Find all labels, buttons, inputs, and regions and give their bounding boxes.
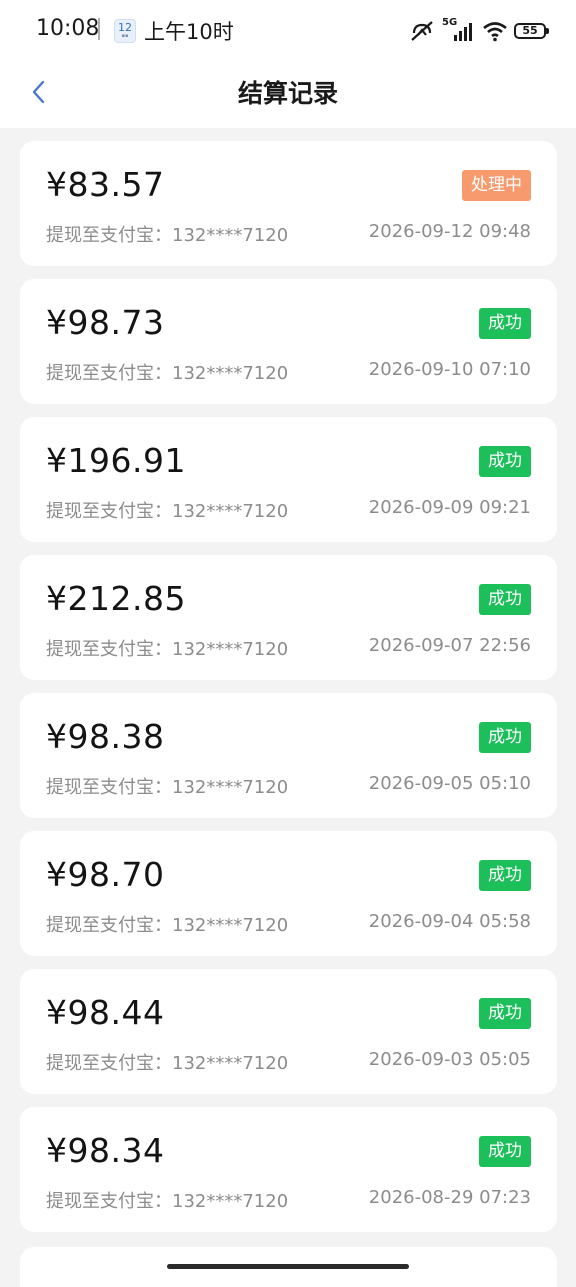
- record-datetime: 2026-08-29 07:23: [368, 1187, 531, 1208]
- status-badge: 成功: [479, 446, 531, 477]
- record-card[interactable]: ¥98.44 成功 提现至支付宝：132****7120 2026-09-03 …: [20, 969, 557, 1094]
- record-datetime: 2026-09-05 05:10: [368, 773, 531, 794]
- record-card[interactable]: ¥196.91 成功 提现至支付宝：132****7120 2026-09-09…: [20, 417, 557, 542]
- battery-icon: 55: [514, 23, 549, 39]
- record-account: 提现至支付宝：132****7120: [46, 1191, 289, 1212]
- record-amount: ¥98.34: [46, 1131, 165, 1170]
- home-indicator[interactable]: [167, 1264, 409, 1269]
- record-amount: ¥98.73: [46, 303, 165, 342]
- status-badge: 成功: [479, 308, 531, 339]
- record-card[interactable]: ¥212.85 成功 提现至支付宝：132****7120 2026-09-07…: [20, 555, 557, 680]
- record-datetime: 2026-09-03 05:05: [368, 1049, 531, 1070]
- record-card[interactable]: ¥98.70 成功 提现至支付宝：132****7120 2026-09-04 …: [20, 831, 557, 956]
- calendar-icon: 12 ▪▪: [114, 19, 136, 43]
- nfc-off-icon: [411, 21, 433, 41]
- status-badge: 成功: [479, 998, 531, 1029]
- record-amount: ¥83.57: [46, 165, 165, 204]
- record-card[interactable]: ¥98.34 成功 提现至支付宝：132****7120 2026-08-29 …: [20, 1107, 557, 1232]
- status-badge: 成功: [479, 584, 531, 615]
- record-account: 提现至支付宝：132****7120: [46, 363, 289, 384]
- record-account: 提现至支付宝：132****7120: [46, 225, 289, 246]
- record-amount: ¥98.44: [46, 993, 165, 1032]
- settlement-list: ¥83.57 处理中 提现至支付宝：132****7120 2026-09-12…: [20, 141, 557, 1245]
- record-account: 提现至支付宝：132****7120: [46, 915, 289, 936]
- record-datetime: 2026-09-10 07:10: [368, 359, 531, 380]
- status-badge: 成功: [479, 860, 531, 891]
- wifi-icon: [483, 22, 507, 42]
- record-datetime: 2026-09-09 09:21: [368, 497, 531, 518]
- record-account: 提现至支付宝：132****7120: [46, 777, 289, 798]
- status-badge: 处理中: [462, 170, 531, 201]
- record-account: 提现至支付宝：132****7120: [46, 501, 289, 522]
- record-datetime: 2026-09-04 05:58: [368, 911, 531, 932]
- battery-level: 55: [522, 24, 538, 37]
- record-amount: ¥98.70: [46, 855, 165, 894]
- status-icons: 5G 55: [408, 17, 549, 45]
- record-datetime: 2026-09-12 09:48: [368, 221, 531, 242]
- record-amount: ¥212.85: [46, 579, 186, 618]
- record-account: 提现至支付宝：132****7120: [46, 1053, 289, 1074]
- status-divider: [98, 18, 100, 40]
- record-amount: ¥196.91: [46, 441, 186, 480]
- page-title: 结算记录: [237, 79, 338, 108]
- status-bar: 10:08 12 ▪▪ 上午10时 5G 55: [0, 0, 576, 62]
- record-amount: ¥98.38: [46, 717, 165, 756]
- status-badge: 成功: [479, 1136, 531, 1167]
- record-account: 提现至支付宝：132****7120: [46, 639, 289, 660]
- record-card[interactable]: ¥98.38 成功 提现至支付宝：132****7120 2026-09-05 …: [20, 693, 557, 818]
- status-reminder: 上午10时: [144, 20, 234, 44]
- status-badge: 成功: [479, 722, 531, 753]
- record-card[interactable]: ¥98.73 成功 提现至支付宝：132****7120 2026-09-10 …: [20, 279, 557, 404]
- status-time: 10:08: [36, 16, 100, 41]
- record-card[interactable]: ¥83.57 处理中 提现至支付宝：132****7120 2026-09-12…: [20, 141, 557, 266]
- signal-icon: 5G: [442, 17, 476, 43]
- record-datetime: 2026-09-07 22:56: [368, 635, 531, 656]
- header: 结算记录: [0, 62, 576, 128]
